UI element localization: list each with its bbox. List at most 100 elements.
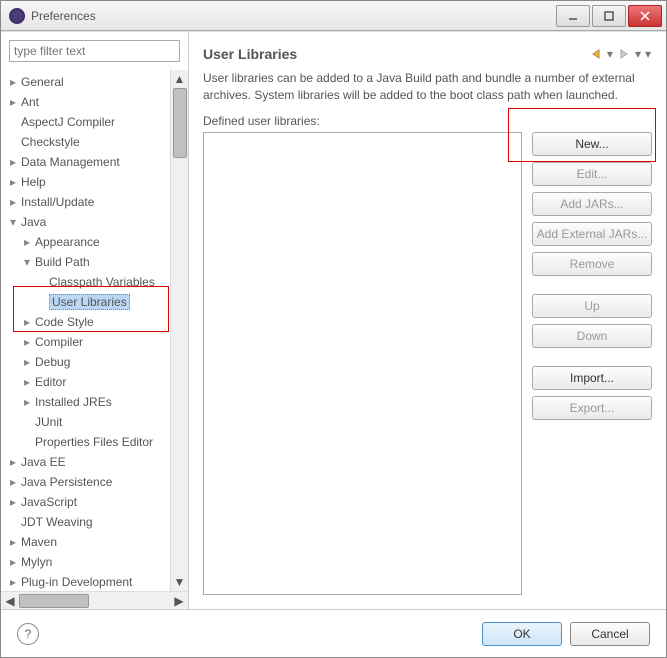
tree-hscrollbar[interactable]: ◀ ▶ (1, 591, 188, 609)
tree-item[interactable]: ▾Build Path (1, 252, 170, 272)
tree-item[interactable]: ▸General (1, 72, 170, 92)
close-button[interactable] (628, 5, 662, 27)
tree-item-label: Installed JREs (35, 395, 112, 409)
tree-item[interactable]: Checkstyle (1, 132, 170, 152)
tree-item[interactable]: Properties Files Editor (1, 432, 170, 452)
tree-item[interactable]: ▸Appearance (1, 232, 170, 252)
tree-item[interactable]: ▸Help (1, 172, 170, 192)
titlebar: Preferences (1, 1, 666, 31)
user-libraries-list[interactable] (203, 132, 522, 595)
tree-item[interactable]: ▸Editor (1, 372, 170, 392)
chevron-down-icon[interactable]: ▾ (21, 256, 33, 268)
edit-button[interactable]: Edit... (532, 162, 652, 186)
panel-header: User Libraries ▾ ▾ ▾ (203, 46, 652, 62)
chevron-right-icon[interactable]: ▸ (21, 356, 33, 368)
scroll-left-icon[interactable]: ◀ (3, 594, 17, 608)
cancel-button[interactable]: Cancel (570, 622, 650, 646)
chevron-right-icon[interactable]: ▸ (7, 536, 19, 548)
tree-container: ▸General▸AntAspectJ CompilerCheckstyle▸D… (1, 70, 188, 591)
tree-item[interactable]: ▾Java (1, 212, 170, 232)
nav-forward-menu[interactable]: ▾ (634, 46, 642, 62)
remove-button[interactable]: Remove (532, 252, 652, 276)
scroll-down-icon[interactable]: ▼ (173, 575, 187, 589)
add-external-jars-button[interactable]: Add External JARs... (532, 222, 652, 246)
tree-item[interactable]: ▸Java Persistence (1, 472, 170, 492)
scroll-up-icon[interactable]: ▲ (173, 72, 187, 86)
tree-item-label: Help (21, 175, 46, 189)
tree-item[interactable]: ▸Compiler (1, 332, 170, 352)
vscroll-thumb[interactable] (173, 88, 187, 158)
nav-menu-button[interactable]: ▾ (644, 46, 652, 62)
tree-item-label: Code Style (35, 315, 94, 329)
chevron-down-icon[interactable]: ▾ (7, 216, 19, 228)
down-button[interactable]: Down (532, 324, 652, 348)
tree-item[interactable]: JDT Weaving (1, 512, 170, 532)
up-button[interactable]: Up (532, 294, 652, 318)
tree-item[interactable]: ▸Java EE (1, 452, 170, 472)
help-button[interactable]: ? (17, 623, 39, 645)
tree-item[interactable]: Classpath Variables (1, 272, 170, 292)
app-icon (9, 8, 25, 24)
chevron-right-icon[interactable]: ▸ (7, 76, 19, 88)
tree-item-label: Properties Files Editor (35, 435, 153, 449)
tree-item-label: Maven (21, 535, 57, 549)
scroll-right-icon[interactable]: ▶ (172, 594, 186, 608)
chevron-right-icon[interactable]: ▸ (7, 96, 19, 108)
tree-item[interactable]: AspectJ Compiler (1, 112, 170, 132)
tree-item[interactable]: ▸Data Management (1, 152, 170, 172)
tree-item[interactable]: User Libraries (1, 292, 170, 312)
chevron-right-icon[interactable]: ▸ (7, 456, 19, 468)
ok-button[interactable]: OK (482, 622, 562, 646)
export-button[interactable]: Export... (532, 396, 652, 420)
filter-input[interactable] (9, 40, 180, 62)
tree-item-label: Java (21, 215, 46, 229)
tree-item-label: Data Management (21, 155, 120, 169)
nav-back-menu[interactable]: ▾ (606, 46, 614, 62)
hscroll-thumb[interactable] (19, 594, 89, 608)
chevron-right-icon[interactable]: ▸ (7, 196, 19, 208)
tree-item-label: User Libraries (49, 294, 130, 310)
nav-forward-button[interactable] (616, 46, 632, 62)
chevron-right-icon[interactable]: ▸ (21, 236, 33, 248)
tree-item[interactable]: ▸Installed JREs (1, 392, 170, 412)
chevron-right-icon[interactable]: ▸ (7, 496, 19, 508)
tree-item[interactable]: JUnit (1, 412, 170, 432)
import-button[interactable]: Import... (532, 366, 652, 390)
list-label: Defined user libraries: (203, 114, 652, 128)
tree-item-label: Compiler (35, 335, 83, 349)
panel-body: New... Edit... Add JARs... Add External … (203, 132, 652, 595)
chevron-right-icon[interactable]: ▸ (7, 156, 19, 168)
chevron-right-icon[interactable]: ▸ (7, 576, 19, 588)
panel-description: User libraries can be added to a Java Bu… (203, 70, 652, 104)
add-jars-button[interactable]: Add JARs... (532, 192, 652, 216)
tree-item[interactable]: ▸Mylyn (1, 552, 170, 572)
tree-item[interactable]: ▸Maven (1, 532, 170, 552)
chevron-right-icon[interactable]: ▸ (7, 176, 19, 188)
chevron-right-icon[interactable]: ▸ (21, 376, 33, 388)
minimize-button[interactable] (556, 5, 590, 27)
tree-item-label: Editor (35, 375, 66, 389)
tree-item[interactable]: ▸Plug-in Development (1, 572, 170, 591)
tree-item[interactable]: ▸Install/Update (1, 192, 170, 212)
tree-item-label: General (21, 75, 64, 89)
maximize-button[interactable] (592, 5, 626, 27)
chevron-right-icon[interactable]: ▸ (21, 396, 33, 408)
chevron-right-icon[interactable]: ▸ (7, 476, 19, 488)
tree-item-label: Classpath Variables (49, 275, 155, 289)
chevron-right-icon[interactable]: ▸ (7, 556, 19, 568)
new-button[interactable]: New... (532, 132, 652, 156)
tree-item-label: Checkstyle (21, 135, 80, 149)
chevron-right-icon[interactable]: ▸ (21, 316, 33, 328)
tree-item[interactable]: ▸Ant (1, 92, 170, 112)
tree-item[interactable]: ▸Debug (1, 352, 170, 372)
tree-item-label: JavaScript (21, 495, 77, 509)
window-title: Preferences (31, 9, 556, 23)
chevron-right-icon[interactable]: ▸ (21, 336, 33, 348)
nav-back-button[interactable] (588, 46, 604, 62)
tree-vscrollbar[interactable]: ▲ ▼ (170, 70, 188, 591)
right-panel: User Libraries ▾ ▾ ▾ User libraries can … (189, 32, 666, 609)
tree-item[interactable]: ▸JavaScript (1, 492, 170, 512)
tree-item[interactable]: ▸Code Style (1, 312, 170, 332)
panel-title: User Libraries (203, 46, 588, 62)
preferences-tree[interactable]: ▸General▸AntAspectJ CompilerCheckstyle▸D… (1, 70, 170, 591)
